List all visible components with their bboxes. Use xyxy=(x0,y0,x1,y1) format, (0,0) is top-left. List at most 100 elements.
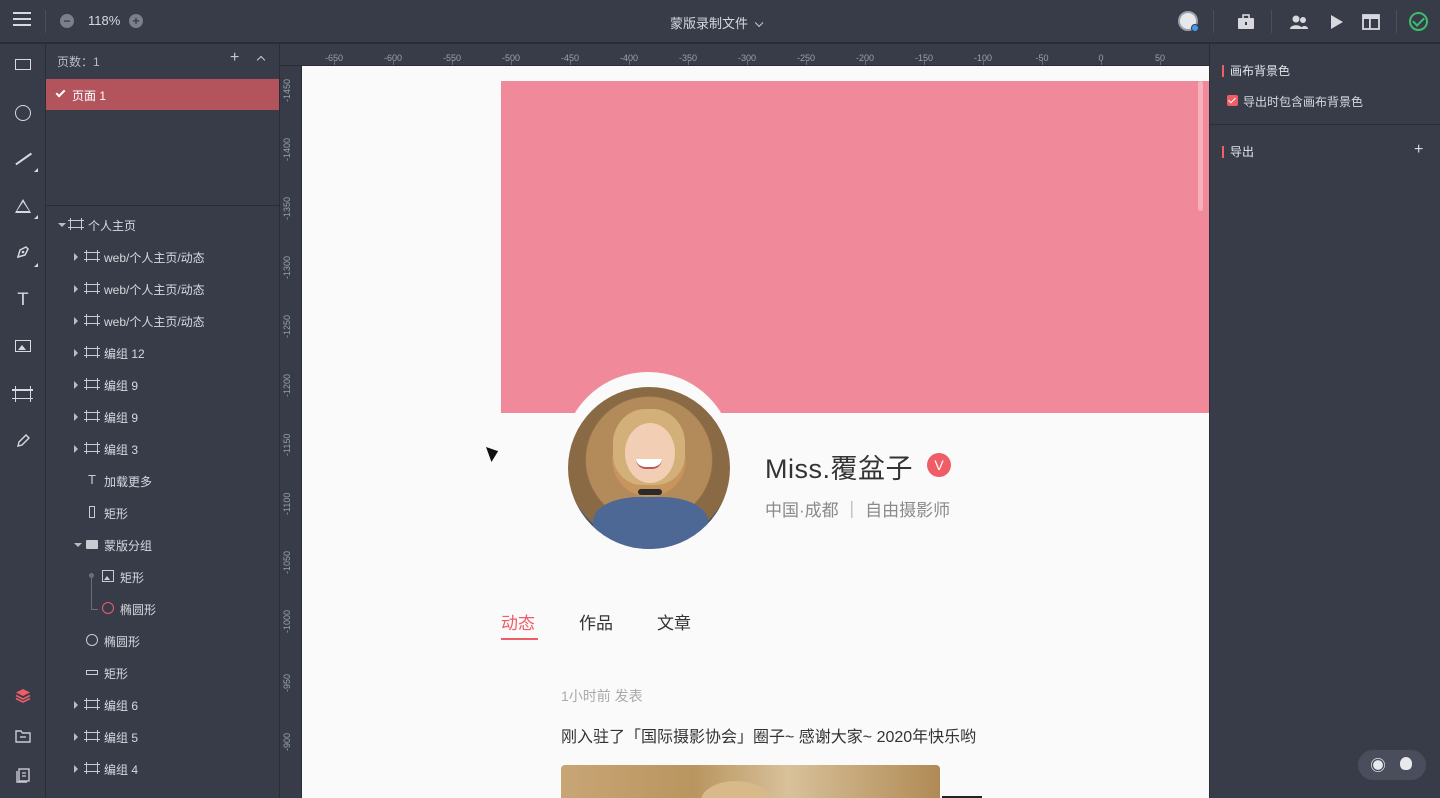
include-bg-checkbox[interactable] xyxy=(1227,95,1238,106)
expand-right-icon[interactable] xyxy=(74,349,78,357)
document-title: 蒙版录制文件 xyxy=(670,16,749,31)
expand-down-icon[interactable] xyxy=(74,543,82,547)
chevron-down-icon xyxy=(754,18,764,28)
hamburger-menu-icon[interactable] xyxy=(13,12,31,30)
profile-subtitle[interactable]: 中国·成都 ｜ 自由摄影师 xyxy=(765,496,950,521)
saved-check-icon[interactable] xyxy=(1409,12,1428,31)
layer-row[interactable]: 编组 3 xyxy=(46,433,279,465)
include-bg-label[interactable]: 导出时包含画布背景色 xyxy=(1243,93,1363,110)
layer-row[interactable]: T 加载更多 xyxy=(46,465,279,497)
expand-right-icon[interactable] xyxy=(74,765,78,773)
assets-folder-icon[interactable] xyxy=(15,728,31,744)
layer-row[interactable]: 矩形 xyxy=(46,657,279,689)
expand-right-icon[interactable] xyxy=(74,413,78,421)
profile-name[interactable]: Miss.覆盆子 xyxy=(765,447,913,486)
expand-right-icon[interactable] xyxy=(74,701,78,709)
expand-right-icon[interactable] xyxy=(74,381,78,389)
user-avatar-icon[interactable] xyxy=(1178,11,1199,32)
artboard-icon xyxy=(68,218,84,230)
design-app: − 118% + 蒙版录制文件 T 页数：1 + 页面 1 个人主页 web/个… xyxy=(0,0,1440,798)
ellipse-tool-icon[interactable] xyxy=(15,105,31,121)
post-text[interactable]: 刚入驻了「国际摄影协会」圈子~ 感谢大家~ 2020年快乐哟 xyxy=(561,723,976,747)
layer-name: 编组 12 xyxy=(104,347,145,361)
expand-right-icon[interactable] xyxy=(74,253,78,261)
lightbulb-icon[interactable] xyxy=(1400,757,1412,770)
artboard-icon xyxy=(84,346,100,358)
layer-row[interactable]: 个人主页 xyxy=(46,209,279,241)
zoom-out-icon[interactable]: − xyxy=(60,14,74,28)
layers-icon[interactable] xyxy=(15,687,31,703)
layer-row[interactable]: 编组 12 xyxy=(46,337,279,369)
profile-avatar-photo[interactable] xyxy=(568,387,730,549)
ellipse-icon xyxy=(86,634,98,646)
artboard-icon xyxy=(84,314,100,326)
layer-row[interactable]: 编组 6 xyxy=(46,689,279,721)
layer-row[interactable]: web/个人主页/动态 xyxy=(46,273,279,305)
toolbox-icon[interactable] xyxy=(1236,12,1256,32)
artboard-icon xyxy=(84,378,100,390)
page-item[interactable]: 页面 1 xyxy=(46,79,279,110)
artboard-icon xyxy=(84,250,100,262)
layer-row[interactable]: 椭圆形 xyxy=(46,625,279,657)
tab-works[interactable]: 作品 xyxy=(579,609,613,634)
document-title-dropdown[interactable]: 蒙版录制文件 xyxy=(670,13,764,32)
post-timestamp[interactable]: 1小时前 发表 xyxy=(561,686,643,706)
layer-row[interactable]: 编组 9 xyxy=(46,369,279,401)
post-image[interactable] xyxy=(561,765,940,798)
tab-articles[interactable]: 文章 xyxy=(657,609,691,634)
rectangle-tool-icon[interactable] xyxy=(15,59,31,70)
layer-row[interactable]: web/个人主页/动态 xyxy=(46,305,279,337)
text-icon: T xyxy=(88,472,96,487)
zoom-in-icon[interactable]: + xyxy=(129,14,143,28)
image-tool-icon[interactable] xyxy=(15,340,31,352)
layer-row[interactable]: web/个人主页/动态 xyxy=(46,241,279,273)
artboard-tool-icon[interactable] xyxy=(12,386,33,402)
layer-row[interactable]: 编组 4 xyxy=(46,753,279,785)
team-icon[interactable] xyxy=(1289,12,1309,32)
vertical-ruler[interactable]: -1450 -1400 -1350 -1300 -1250 -1200 -1150 -1100… xyxy=(280,66,302,798)
expand-right-icon[interactable] xyxy=(74,733,78,741)
text-tool-icon[interactable]: T xyxy=(15,292,31,309)
ruler-tick-label: -1200 xyxy=(282,373,292,397)
layer-row[interactable]: 蒙版分组 xyxy=(46,529,279,561)
expand-right-icon[interactable] xyxy=(74,285,78,293)
layer-row[interactable]: 矩形 xyxy=(46,561,279,593)
expand-right-icon[interactable] xyxy=(74,445,78,453)
zoom-level[interactable]: 118% xyxy=(88,13,120,28)
layer-row[interactable]: 编组 9 xyxy=(46,401,279,433)
verified-badge[interactable]: V xyxy=(927,453,951,477)
artboard-scrollbar[interactable] xyxy=(1198,81,1203,211)
play-icon[interactable] xyxy=(1326,12,1346,32)
collapse-pages-icon[interactable] xyxy=(256,55,266,65)
pages-header: 页数：1 + xyxy=(46,44,279,77)
layer-name: 编组 4 xyxy=(104,763,139,777)
expand-right-icon[interactable] xyxy=(74,317,78,325)
layer-row[interactable]: 椭圆形 xyxy=(46,593,279,625)
submenu-corner-icon xyxy=(34,263,38,267)
sun-icon[interactable] xyxy=(1373,760,1383,770)
pencil-tool-icon[interactable] xyxy=(15,433,31,449)
ruler-tick-label: -1250 xyxy=(282,314,292,338)
rect-icon xyxy=(86,670,98,675)
design-canvas[interactable]: Miss.覆盆子 V 中国·成都 ｜ 自由摄影师 动态 作品 文章 1小时前 发… xyxy=(302,66,1209,798)
layer-row[interactable]: 矩形 xyxy=(46,497,279,529)
layer-name: 椭圆形 xyxy=(104,635,141,649)
rect-icon xyxy=(89,506,95,518)
layout-icon[interactable] xyxy=(1361,12,1381,32)
pen-tool-icon[interactable] xyxy=(15,244,31,260)
expand-down-icon[interactable] xyxy=(58,223,66,227)
layer-row[interactable]: 编组 5 xyxy=(46,721,279,753)
components-icon[interactable] xyxy=(15,767,31,783)
artboard-icon xyxy=(84,762,100,774)
tab-dynamics[interactable]: 动态 xyxy=(501,609,535,634)
triangle-tool-icon[interactable] xyxy=(15,199,31,213)
active-tab-underline xyxy=(501,638,538,640)
layer-name: 编组 9 xyxy=(104,379,139,393)
add-export-icon[interactable]: + xyxy=(1414,141,1423,159)
horizontal-ruler[interactable]: -650 -600 -550 -500 -450 -400 -350 -300 -250 -200… xyxy=(280,44,1209,66)
profile-banner[interactable] xyxy=(501,81,1209,413)
ruler-tick-label: -900 xyxy=(282,732,292,751)
line-tool-icon[interactable] xyxy=(15,151,31,167)
theme-toggle[interactable] xyxy=(1358,750,1426,780)
add-page-icon[interactable]: + xyxy=(230,49,239,67)
